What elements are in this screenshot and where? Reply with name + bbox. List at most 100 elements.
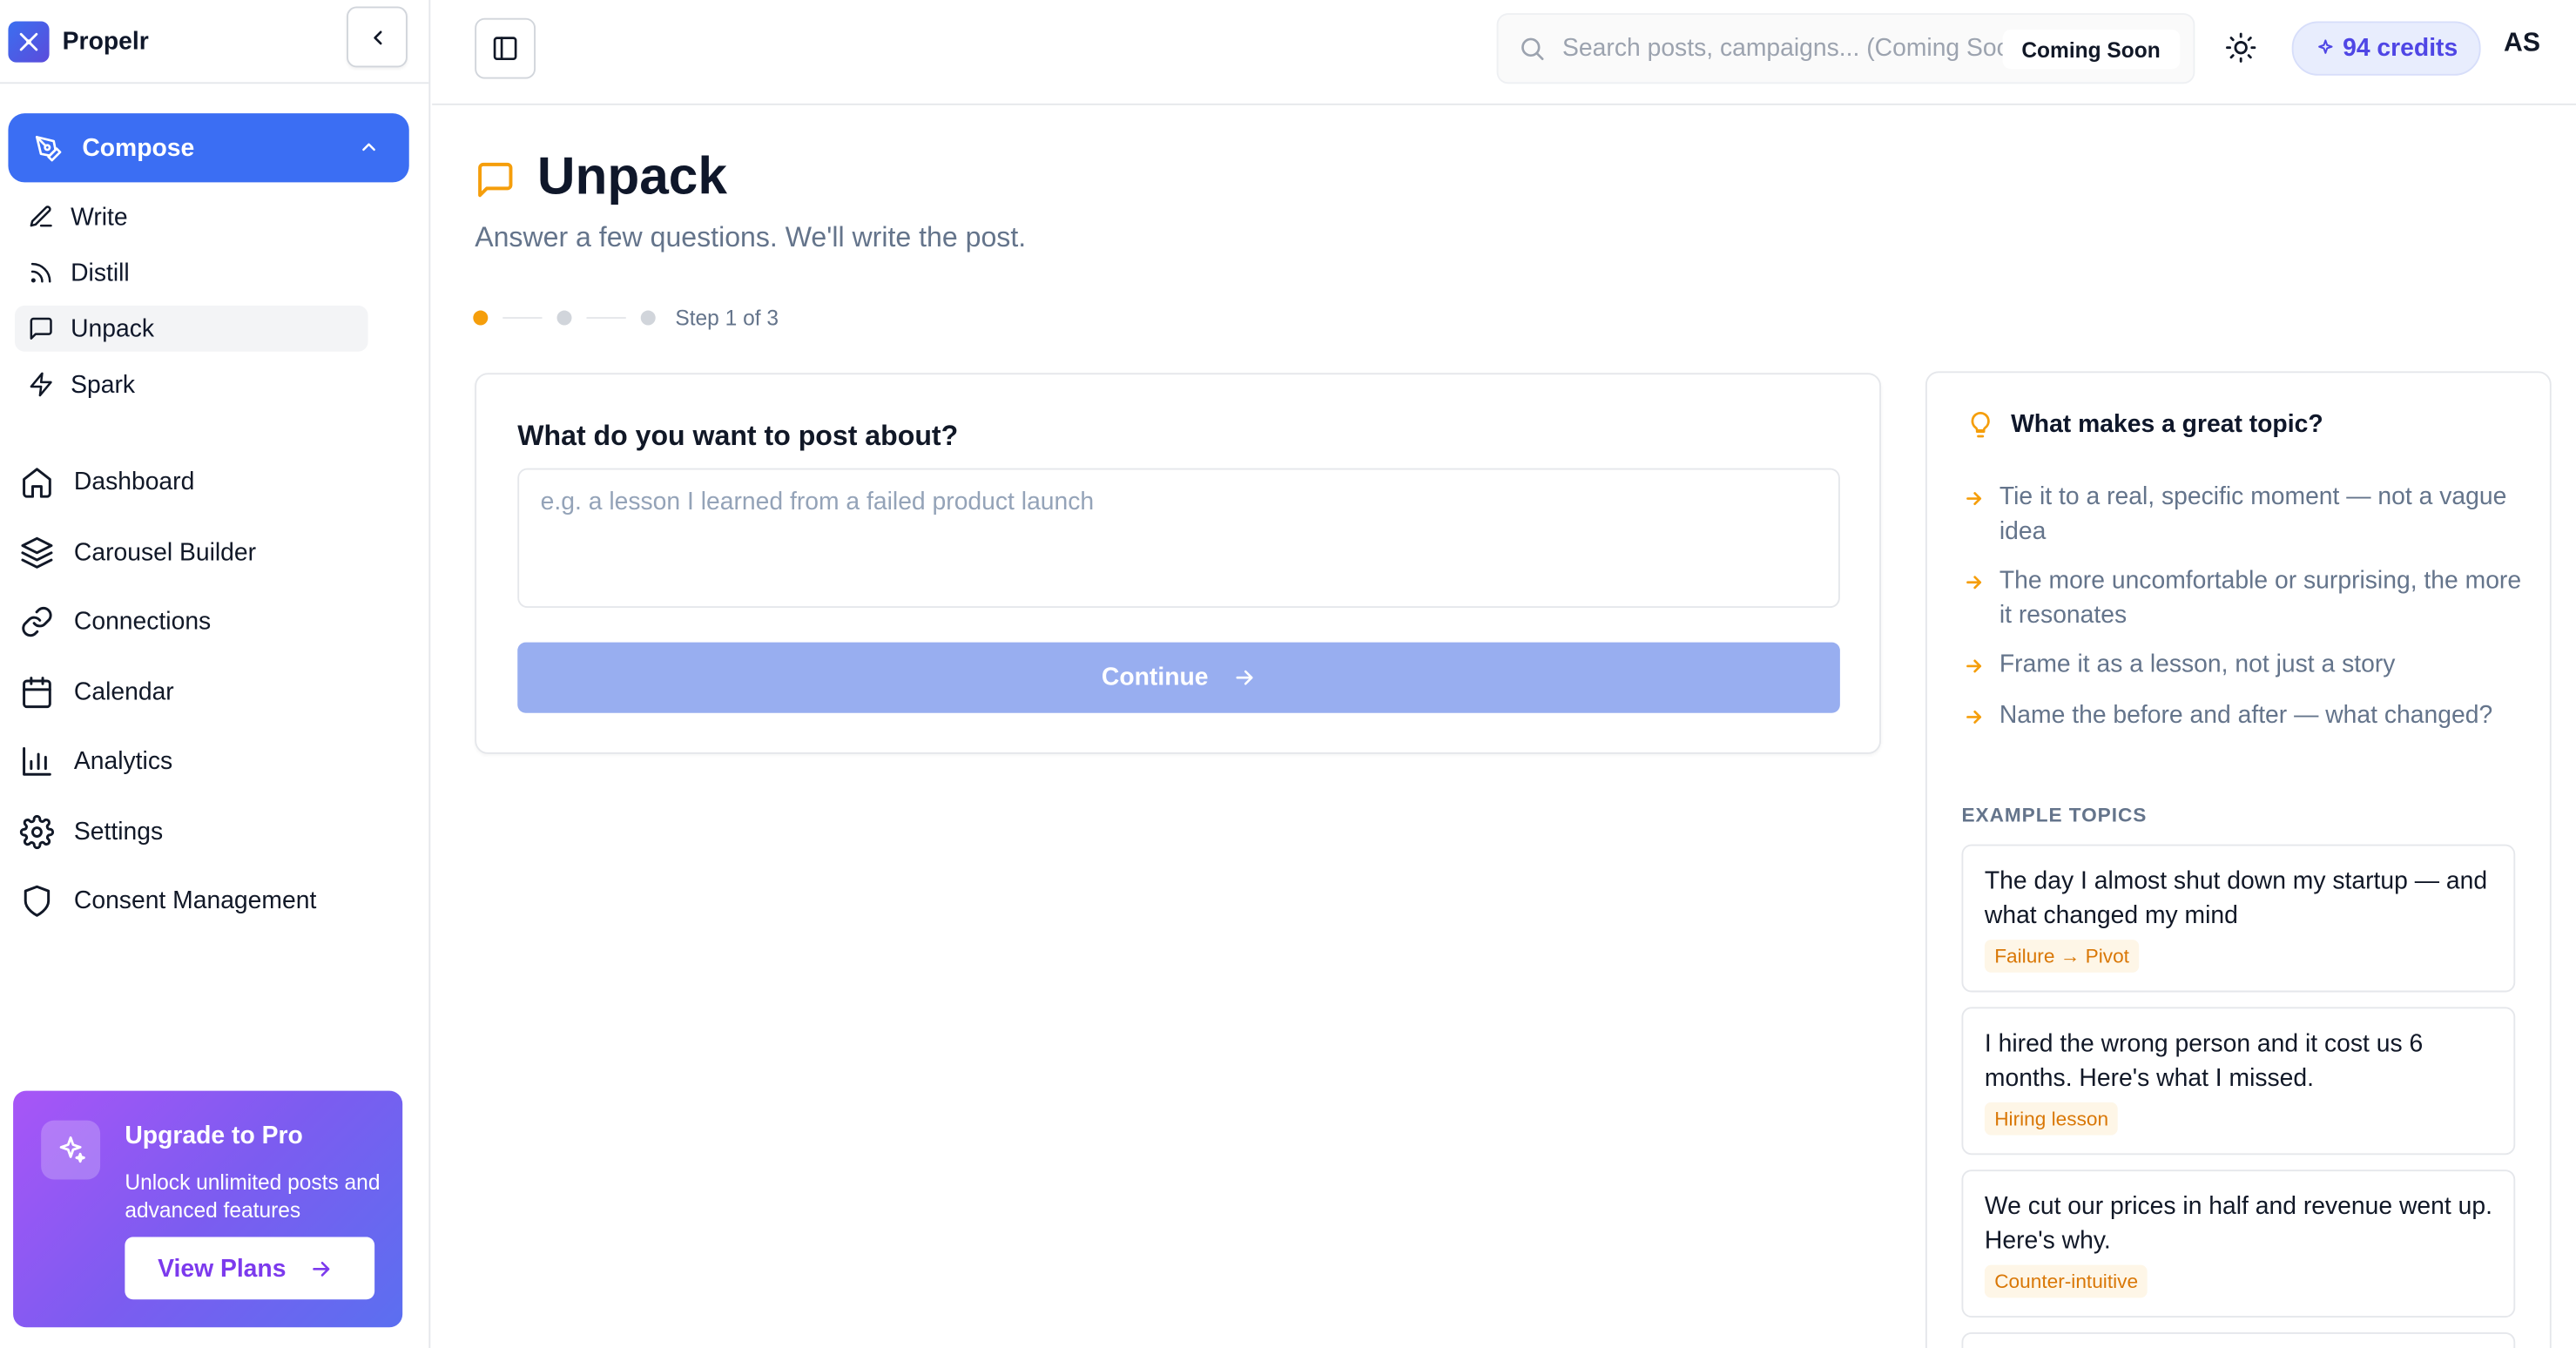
sidebar-item-label: Calendar — [73, 677, 174, 706]
step-text: Step 1 of 3 — [675, 305, 779, 331]
step-dot — [640, 310, 656, 326]
bar-chart-icon — [23, 746, 51, 775]
sidebar-item-label: Settings — [73, 817, 164, 846]
tip-text: Name the before and after — what changed… — [1999, 701, 2493, 730]
shield-icon — [24, 884, 51, 916]
sidebar-item-label: Spark — [71, 370, 136, 399]
upgrade-card: Upgrade to Pro Unlock unlimited posts an… — [13, 1090, 403, 1328]
sidebar-item-analytics[interactable]: Analytics — [20, 736, 173, 785]
chevron-up-icon — [362, 143, 375, 152]
example-topics-label: EXAMPLE TOPICS — [1961, 803, 2148, 826]
zap-icon — [30, 372, 52, 397]
example-topic-tag: Failure → Pivot — [1984, 940, 2140, 973]
page-title: Unpack — [536, 145, 727, 206]
sidebar-item-spark[interactable]: Spark — [15, 361, 368, 408]
upgrade-description: Unlock unlimited posts and advanced feat… — [125, 1169, 381, 1223]
topic-textarea[interactable]: e.g. a lesson I learned from a failed pr… — [517, 468, 1840, 609]
rss-icon — [30, 262, 51, 283]
sidebar-item-label: Carousel Builder — [73, 537, 257, 566]
credits-badge[interactable]: 94 credits — [2291, 21, 2481, 76]
sidebar-item-dashboard[interactable]: Dashboard — [20, 456, 195, 506]
step-dot — [556, 310, 572, 326]
arrow-right-icon — [309, 1256, 334, 1280]
question-label: What do you want to post about? — [517, 420, 959, 452]
collapse-sidebar-button[interactable] — [347, 6, 408, 68]
sidebar-item-label: Unpack — [71, 314, 155, 343]
brand-name: Propelr — [62, 27, 149, 56]
search-input[interactable]: Search posts, campaigns... (Coming Soon) — [1562, 35, 2009, 63]
pen-tool-icon — [35, 135, 62, 161]
sidebar-item-label: Connections — [73, 607, 212, 636]
arrow-right-icon — [1231, 665, 1256, 690]
avatar[interactable]: AS — [2504, 30, 2540, 59]
tip-item: Tie it to a real, specific moment — not … — [1963, 480, 2521, 549]
topbar: Search posts, campaigns... (Coming Soon)… — [432, 0, 2576, 105]
step-connector — [586, 317, 626, 319]
sidebar-item-label: Dashboard — [73, 467, 195, 495]
view-plans-label: View Plans — [158, 1254, 287, 1283]
home-icon — [23, 467, 51, 497]
example-topic-text: I hired the wrong person and it cost us … — [1984, 1029, 2424, 1093]
panel-left-icon — [493, 37, 517, 61]
link-icon — [22, 605, 52, 637]
sidebar-item-label: Analytics — [73, 746, 173, 775]
layers-icon — [21, 536, 53, 568]
sidebar-item-write[interactable]: Write — [15, 194, 368, 240]
search-bar[interactable]: Search posts, campaigns... (Coming Soon)… — [1496, 13, 2195, 84]
sidebar-item-label: Distill — [71, 259, 130, 287]
tip-item: The more uncomfortable or surprising, th… — [1963, 563, 2521, 632]
step-dot-active — [473, 310, 489, 326]
continue-label: Continue — [1101, 664, 1209, 692]
lightbulb-icon — [1971, 411, 1990, 438]
sidebar-item-carousel-builder[interactable]: Carousel Builder — [20, 528, 256, 577]
arrow-right-icon — [1963, 698, 1999, 738]
example-topic-tag: Counter-intuitive — [1984, 1264, 2148, 1298]
sidebar: Propelr Compose Write Distill Unpack Spa… — [0, 0, 431, 1348]
step-connector — [502, 317, 543, 319]
sidebar-item-consent-management[interactable]: Consent Management — [20, 876, 317, 926]
tips-heading: What makes a great topic? — [1966, 411, 2323, 439]
sidebar-item-settings[interactable]: Settings — [19, 806, 164, 856]
example-topic-text: The day I almost shut down my startup — … — [1984, 867, 2488, 930]
tip-text: Tie it to a real, specific moment — not … — [1999, 482, 2507, 546]
example-topic-tag: Hiring lesson — [1984, 1102, 2119, 1136]
sparkles-icon — [41, 1120, 101, 1180]
example-topic-card[interactable]: I hired the wrong person and it cost us … — [1961, 1007, 2516, 1156]
compose-label: Compose — [82, 133, 195, 162]
chevron-left-icon — [373, 30, 381, 44]
arrow-right-icon — [1963, 480, 1999, 549]
sidebar-item-distill[interactable]: Distill — [15, 250, 368, 296]
sparkles-icon — [2315, 37, 2337, 59]
tip-text: The more uncomfortable or surprising, th… — [1999, 566, 2522, 630]
tip-text: Frame it as a lesson, not just a story — [1999, 650, 2396, 679]
calendar-icon — [23, 676, 51, 708]
upgrade-title: Upgrade to Pro — [125, 1122, 303, 1150]
message-square-icon — [30, 317, 52, 340]
sidebar-item-label: Write — [71, 202, 128, 232]
pencil-icon — [30, 206, 52, 227]
arrow-right-icon — [1963, 647, 1999, 686]
tips-panel: What makes a great topic? Tie it to a re… — [1925, 371, 2552, 1348]
credits-label: 94 credits — [2343, 34, 2458, 63]
sun-icon — [2226, 32, 2256, 63]
question-card: What do you want to post about? e.g. a l… — [475, 373, 1882, 754]
gear-icon — [19, 814, 55, 849]
search-icon — [1521, 37, 1544, 61]
sidebar-item-connections[interactable]: Connections — [20, 596, 212, 646]
sidebar-item-label: Consent Management — [73, 886, 317, 914]
tips-heading-label: What makes a great topic? — [2011, 410, 2323, 439]
propelr-logo-icon — [8, 20, 50, 62]
sidebar-item-calendar[interactable]: Calendar — [20, 667, 174, 717]
toggle-panel-button[interactable] — [475, 17, 536, 79]
continue-button[interactable]: Continue — [517, 642, 1840, 713]
example-topic-card[interactable]: The day I almost shut down my startup — … — [1961, 844, 2516, 993]
arrow-right-icon — [1963, 563, 1999, 632]
view-plans-button[interactable]: View Plans — [125, 1237, 375, 1300]
page-subtitle: Answer a few questions. We'll write the … — [475, 221, 1027, 253]
example-topic-card[interactable]: We cut our prices in half and revenue we… — [1961, 1169, 2516, 1318]
compose-menu-toggle[interactable]: Compose — [8, 113, 409, 183]
example-topic-card[interactable] — [1961, 1331, 2516, 1348]
sidebar-item-unpack[interactable]: Unpack — [14, 305, 368, 352]
coming-soon-badge: Coming Soon — [2001, 29, 2181, 70]
theme-toggle-button[interactable] — [2224, 31, 2257, 72]
